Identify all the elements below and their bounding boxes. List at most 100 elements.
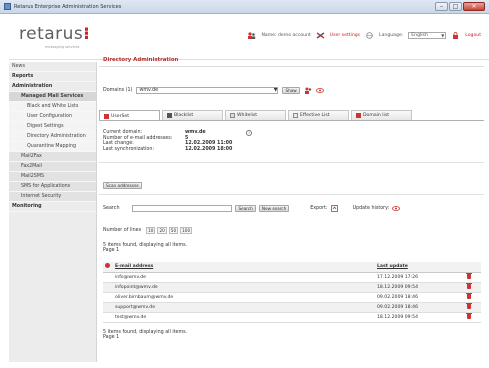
lines-option-50[interactable]: 50	[168, 227, 179, 234]
main-content: Directory Administration Domains (1) wmv…	[99, 57, 484, 362]
date-cell: 18.12.2009 09:54	[377, 282, 467, 293]
email-column-header[interactable]: E-mail address	[115, 262, 377, 273]
export-icon[interactable]	[330, 205, 338, 212]
sidebar: News Reports Administration Managed Mail…	[9, 62, 97, 362]
table-row: support@wmv.de 09.02.2009 18:46	[103, 302, 481, 313]
email-cell: oliver.birnbaum@wmv.de	[115, 292, 377, 303]
tab-label: UserSet	[111, 113, 130, 119]
users-icon	[248, 32, 256, 39]
email-cell: test@wmv.de	[115, 312, 377, 323]
settings-icon[interactable]	[105, 263, 110, 269]
tab-label: Effective List	[300, 113, 330, 118]
address-table: E-mail address Last update info@wmv.de 1…	[103, 262, 481, 323]
actions-column-header	[467, 262, 481, 273]
blacklist-icon	[167, 113, 172, 118]
page-title: Directory Administration	[103, 57, 179, 63]
date-cell: 09.02.2009 18:46	[377, 302, 467, 313]
lines-option-20[interactable]: 20	[157, 227, 167, 234]
eye-icon[interactable]	[392, 205, 401, 212]
tab-divider	[99, 120, 484, 121]
tab-label: Blacklist	[174, 113, 194, 118]
top-bar: Name: demo account User settings Languag…	[247, 32, 481, 39]
app-icon	[4, 3, 11, 10]
sidebar-item-sms-for-applications[interactable]: SMS for Applications	[9, 182, 96, 192]
logo-text: retarus	[19, 24, 84, 44]
table-row: infopoint@wmv.de 18.12.2009 09:54	[103, 282, 481, 293]
sidebar-item-directory-administration[interactable]: Directory Administration	[9, 132, 96, 142]
tab-blacklist[interactable]: Blacklist	[162, 110, 223, 120]
email-cell: info@wmv.de	[115, 272, 377, 283]
search-input[interactable]	[132, 205, 233, 212]
retarus-logo: retarus⁝	[19, 24, 90, 44]
results-summary-bottom: 5 items found, displaying all items. Pag…	[103, 330, 187, 341]
search-label: Search	[103, 206, 120, 211]
sidebar-item-user-configuration[interactable]: User Configuration	[9, 112, 96, 122]
sidebar-item-managed-mail-services[interactable]: Managed Mail Services	[9, 92, 96, 102]
sidebar-item-quarantine-mapping[interactable]: Quarantine Mapping	[9, 142, 96, 152]
info-icon[interactable]: i	[246, 130, 252, 136]
email-cell: infopoint@wmv.de	[115, 282, 377, 293]
trash-icon[interactable]	[466, 302, 472, 309]
domains-row: Domains (1) wmv.de ▼ Show	[103, 87, 324, 94]
sidebar-item-black-white-lists[interactable]: Black and White Lists	[9, 102, 96, 112]
table-header-row: E-mail address Last update	[103, 262, 481, 273]
sidebar-item-monitoring[interactable]: Monitoring	[9, 202, 96, 212]
window-titlebar: Retarus Enterprise Administration Servic…	[0, 0, 489, 14]
user-settings-link[interactable]: User settings	[330, 33, 360, 38]
lines-label: Number of lines	[103, 228, 142, 233]
tab-label: Domain list	[363, 113, 390, 118]
trash-icon[interactable]	[466, 312, 472, 319]
users-icon[interactable]	[304, 87, 312, 94]
search-row: Search Search New search Export: Update …	[103, 205, 401, 212]
trash-icon[interactable]	[466, 292, 472, 299]
logo-dots-icon: ⁝	[83, 24, 91, 44]
language-icon	[366, 32, 373, 39]
domain-list-icon	[356, 113, 361, 118]
new-search-button[interactable]: New search	[258, 205, 290, 212]
show-button[interactable]: Show	[282, 87, 300, 94]
divider	[99, 194, 484, 195]
tab-whitelist[interactable]: Whitelist	[225, 110, 286, 120]
sidebar-item-internet-security[interactable]: Internet Security	[9, 192, 96, 202]
minimize-button[interactable]: –	[435, 2, 448, 11]
date-cell: 18.12.2009 09:54	[377, 312, 467, 323]
tab-effective-list[interactable]: Effective List	[288, 110, 349, 120]
tab-domain-list[interactable]: Domain list	[351, 110, 412, 120]
language-label: Language:	[379, 33, 404, 38]
update-history-label: Update history:	[352, 206, 390, 211]
window-title: Retarus Enterprise Administration Servic…	[14, 4, 122, 10]
domain-info: Current domain: wmv.de Number of e-mail a…	[103, 130, 232, 152]
close-button[interactable]: ✕	[463, 2, 485, 11]
sidebar-item-mail2sms[interactable]: Mail2SMS	[9, 172, 96, 182]
title-divider	[99, 66, 484, 67]
sidebar-item-mail2fax[interactable]: Mail2Fax	[9, 152, 96, 162]
sidebar-item-administration[interactable]: Administration	[9, 82, 96, 92]
effective-list-icon	[293, 113, 298, 118]
lines-per-page: Number of lines 10 20 50 100	[103, 227, 193, 234]
sidebar-item-fax2mail[interactable]: Fax2Mail	[9, 162, 96, 172]
trash-icon[interactable]	[466, 272, 472, 279]
maximize-button[interactable]: □	[449, 2, 462, 11]
last-update-column-header[interactable]: Last update	[377, 262, 467, 273]
last-sync-value: 12.02.2009 18:00	[185, 146, 233, 152]
trash-icon[interactable]	[466, 282, 472, 289]
domains-label: Domains (1)	[103, 88, 133, 93]
search-button[interactable]: Search	[235, 205, 256, 212]
lines-option-10[interactable]: 10	[146, 227, 156, 234]
sidebar-item-digest-settings[interactable]: Digest Settings	[9, 122, 96, 132]
eye-icon[interactable]	[315, 87, 324, 94]
sidebar-item-news[interactable]: News	[9, 62, 96, 72]
page-text: Page 1	[103, 248, 120, 254]
account-name: Name: demo account	[261, 33, 311, 38]
language-select[interactable]: English ▼	[408, 32, 447, 39]
export-label: Export:	[310, 206, 328, 211]
results-summary-top: 5 items found, displaying all items. Pag…	[103, 243, 187, 254]
table-header-icon-cell	[103, 262, 115, 273]
domain-select[interactable]: wmv.de ▼	[136, 87, 279, 94]
sidebar-item-reports[interactable]: Reports	[9, 72, 96, 82]
lines-option-100[interactable]: 100	[180, 227, 193, 234]
logout-link[interactable]: Logout	[465, 33, 481, 38]
table-row: oliver.birnbaum@wmv.de 09.02.2009 18:46	[103, 292, 481, 303]
scan-addresses-button[interactable]: Scan addresses	[103, 182, 142, 189]
domain-value: wmv.de	[139, 88, 159, 93]
